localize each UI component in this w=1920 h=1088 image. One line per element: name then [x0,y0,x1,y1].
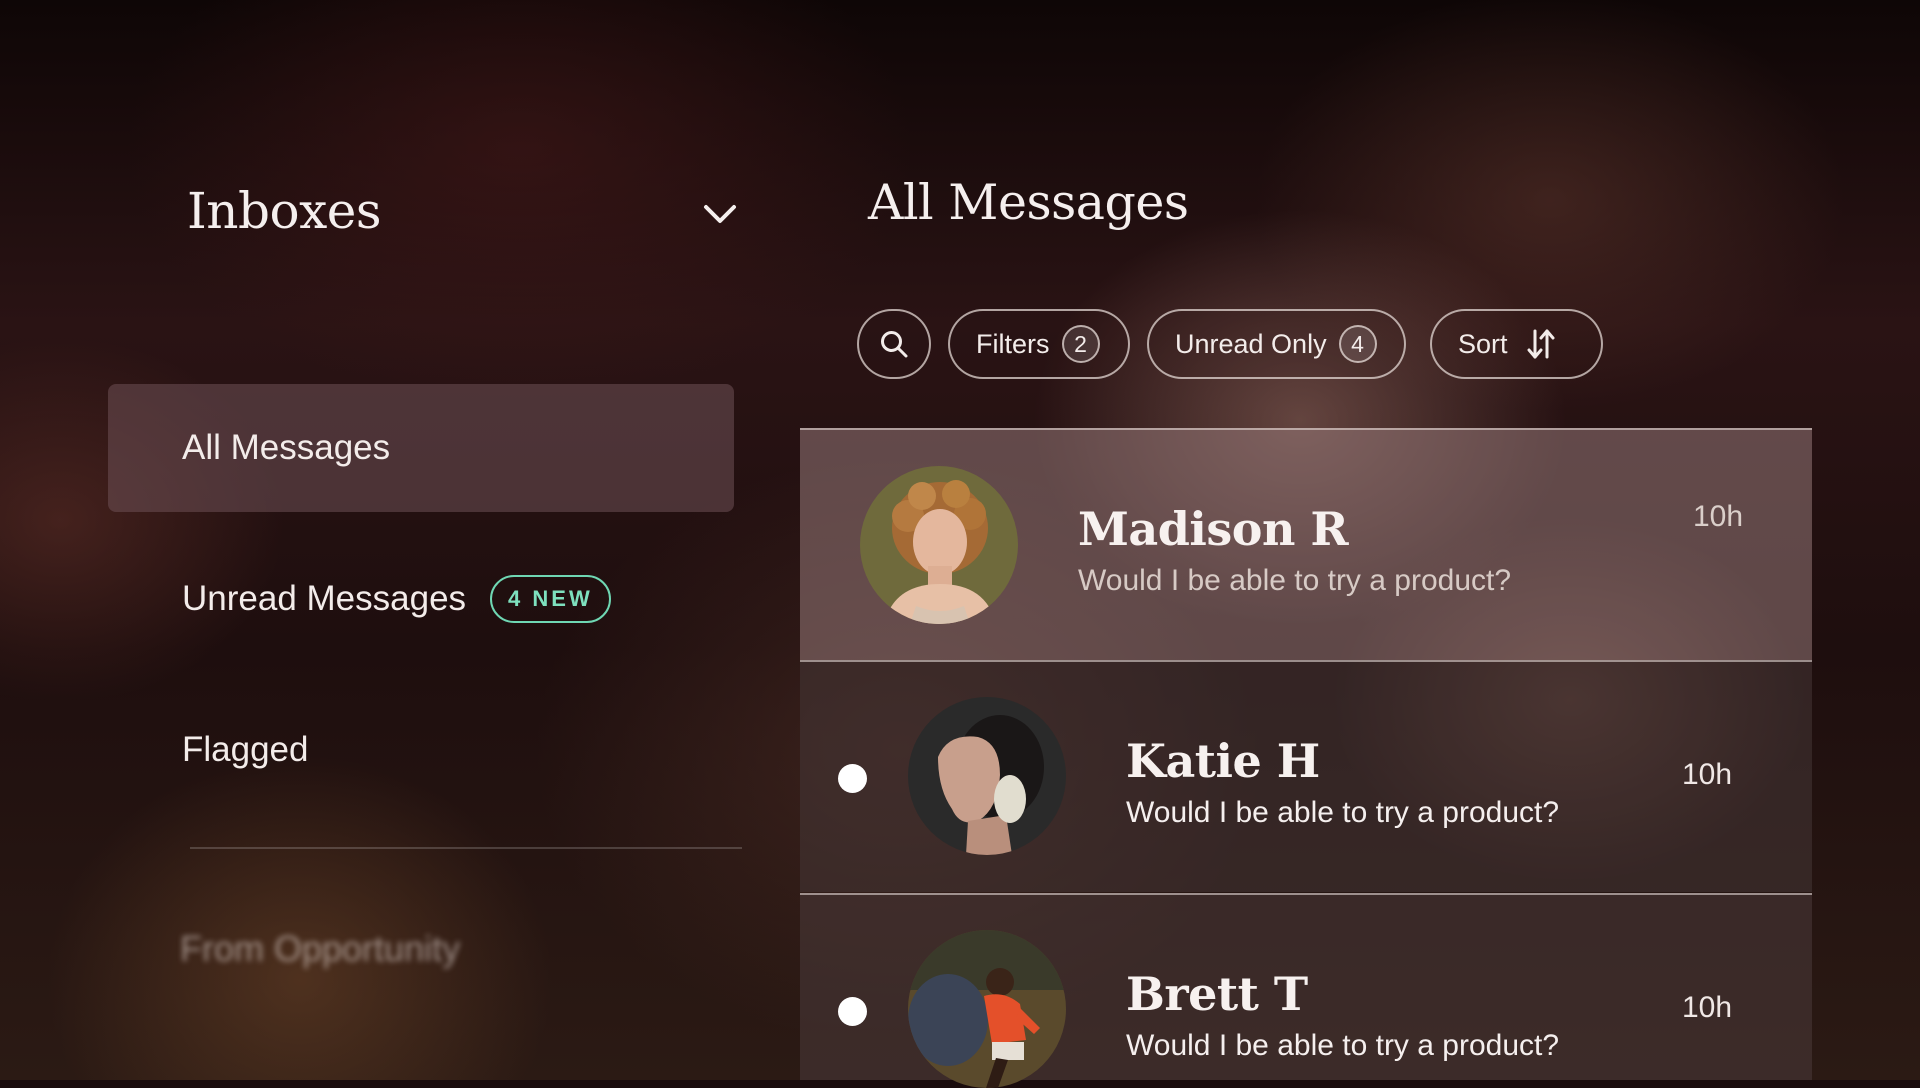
filters-count-badge: 2 [1061,325,1100,363]
inboxes-title: Inboxes [187,182,382,240]
sidebar-item-flagged[interactable]: Flagged [108,686,734,814]
unread-indicator [838,997,867,1026]
message-time: 10h [1682,991,1733,1024]
avatar [908,930,1066,1088]
sort-button[interactable]: Sort [1430,309,1603,379]
search-button[interactable] [857,309,931,379]
filters-label: Filters [976,328,1050,359]
unread-count-badge: 4 [1338,325,1377,363]
avatar [860,466,1018,624]
chevron-down-icon[interactable] [700,200,740,228]
sidebar-item-unread-messages[interactable]: Unread Messages 4 NEW [108,535,734,663]
sidebar-item-label: Unread Messages [182,579,467,618]
unread-only-toggle[interactable]: Unread Only 4 [1147,309,1406,379]
unread-indicator [838,764,867,793]
page-title: All Messages [868,174,1189,231]
sidebar-item-all-messages[interactable]: All Messages [108,384,734,512]
sidebar-divider [190,847,742,849]
sort-label: Sort [1458,328,1508,359]
message-preview: Would I be able to try a product? [1126,796,1560,829]
search-icon [881,331,908,358]
message-row[interactable]: Brett T Would I be able to try a product… [800,893,1812,1088]
message-row[interactable]: Madison R Would I be able to try a produ… [800,428,1812,660]
message-preview: Would I be able to try a product? [1078,564,1512,597]
filters-button[interactable]: Filters 2 [948,309,1130,379]
sort-arrows-icon [1527,329,1555,359]
avatar [908,697,1066,855]
sender-name: Brett T [1126,967,1308,1021]
message-time: 10h [1693,500,1744,533]
message-time: 10h [1682,758,1733,791]
sidebar-item-label: All Messages [182,428,391,467]
sender-name: Madison R [1078,502,1349,556]
unread-only-label: Unread Only [1175,328,1327,359]
sender-name: Katie H [1126,734,1320,788]
new-count-badge: 4 NEW [490,575,611,623]
sidebar-item-label: Flagged [182,730,309,769]
message-row[interactable]: Katie H Would I be able to try a product… [800,660,1812,892]
message-preview: Would I be able to try a product? [1126,1029,1560,1062]
sidebar-section-label: From Opportunity [180,928,461,969]
